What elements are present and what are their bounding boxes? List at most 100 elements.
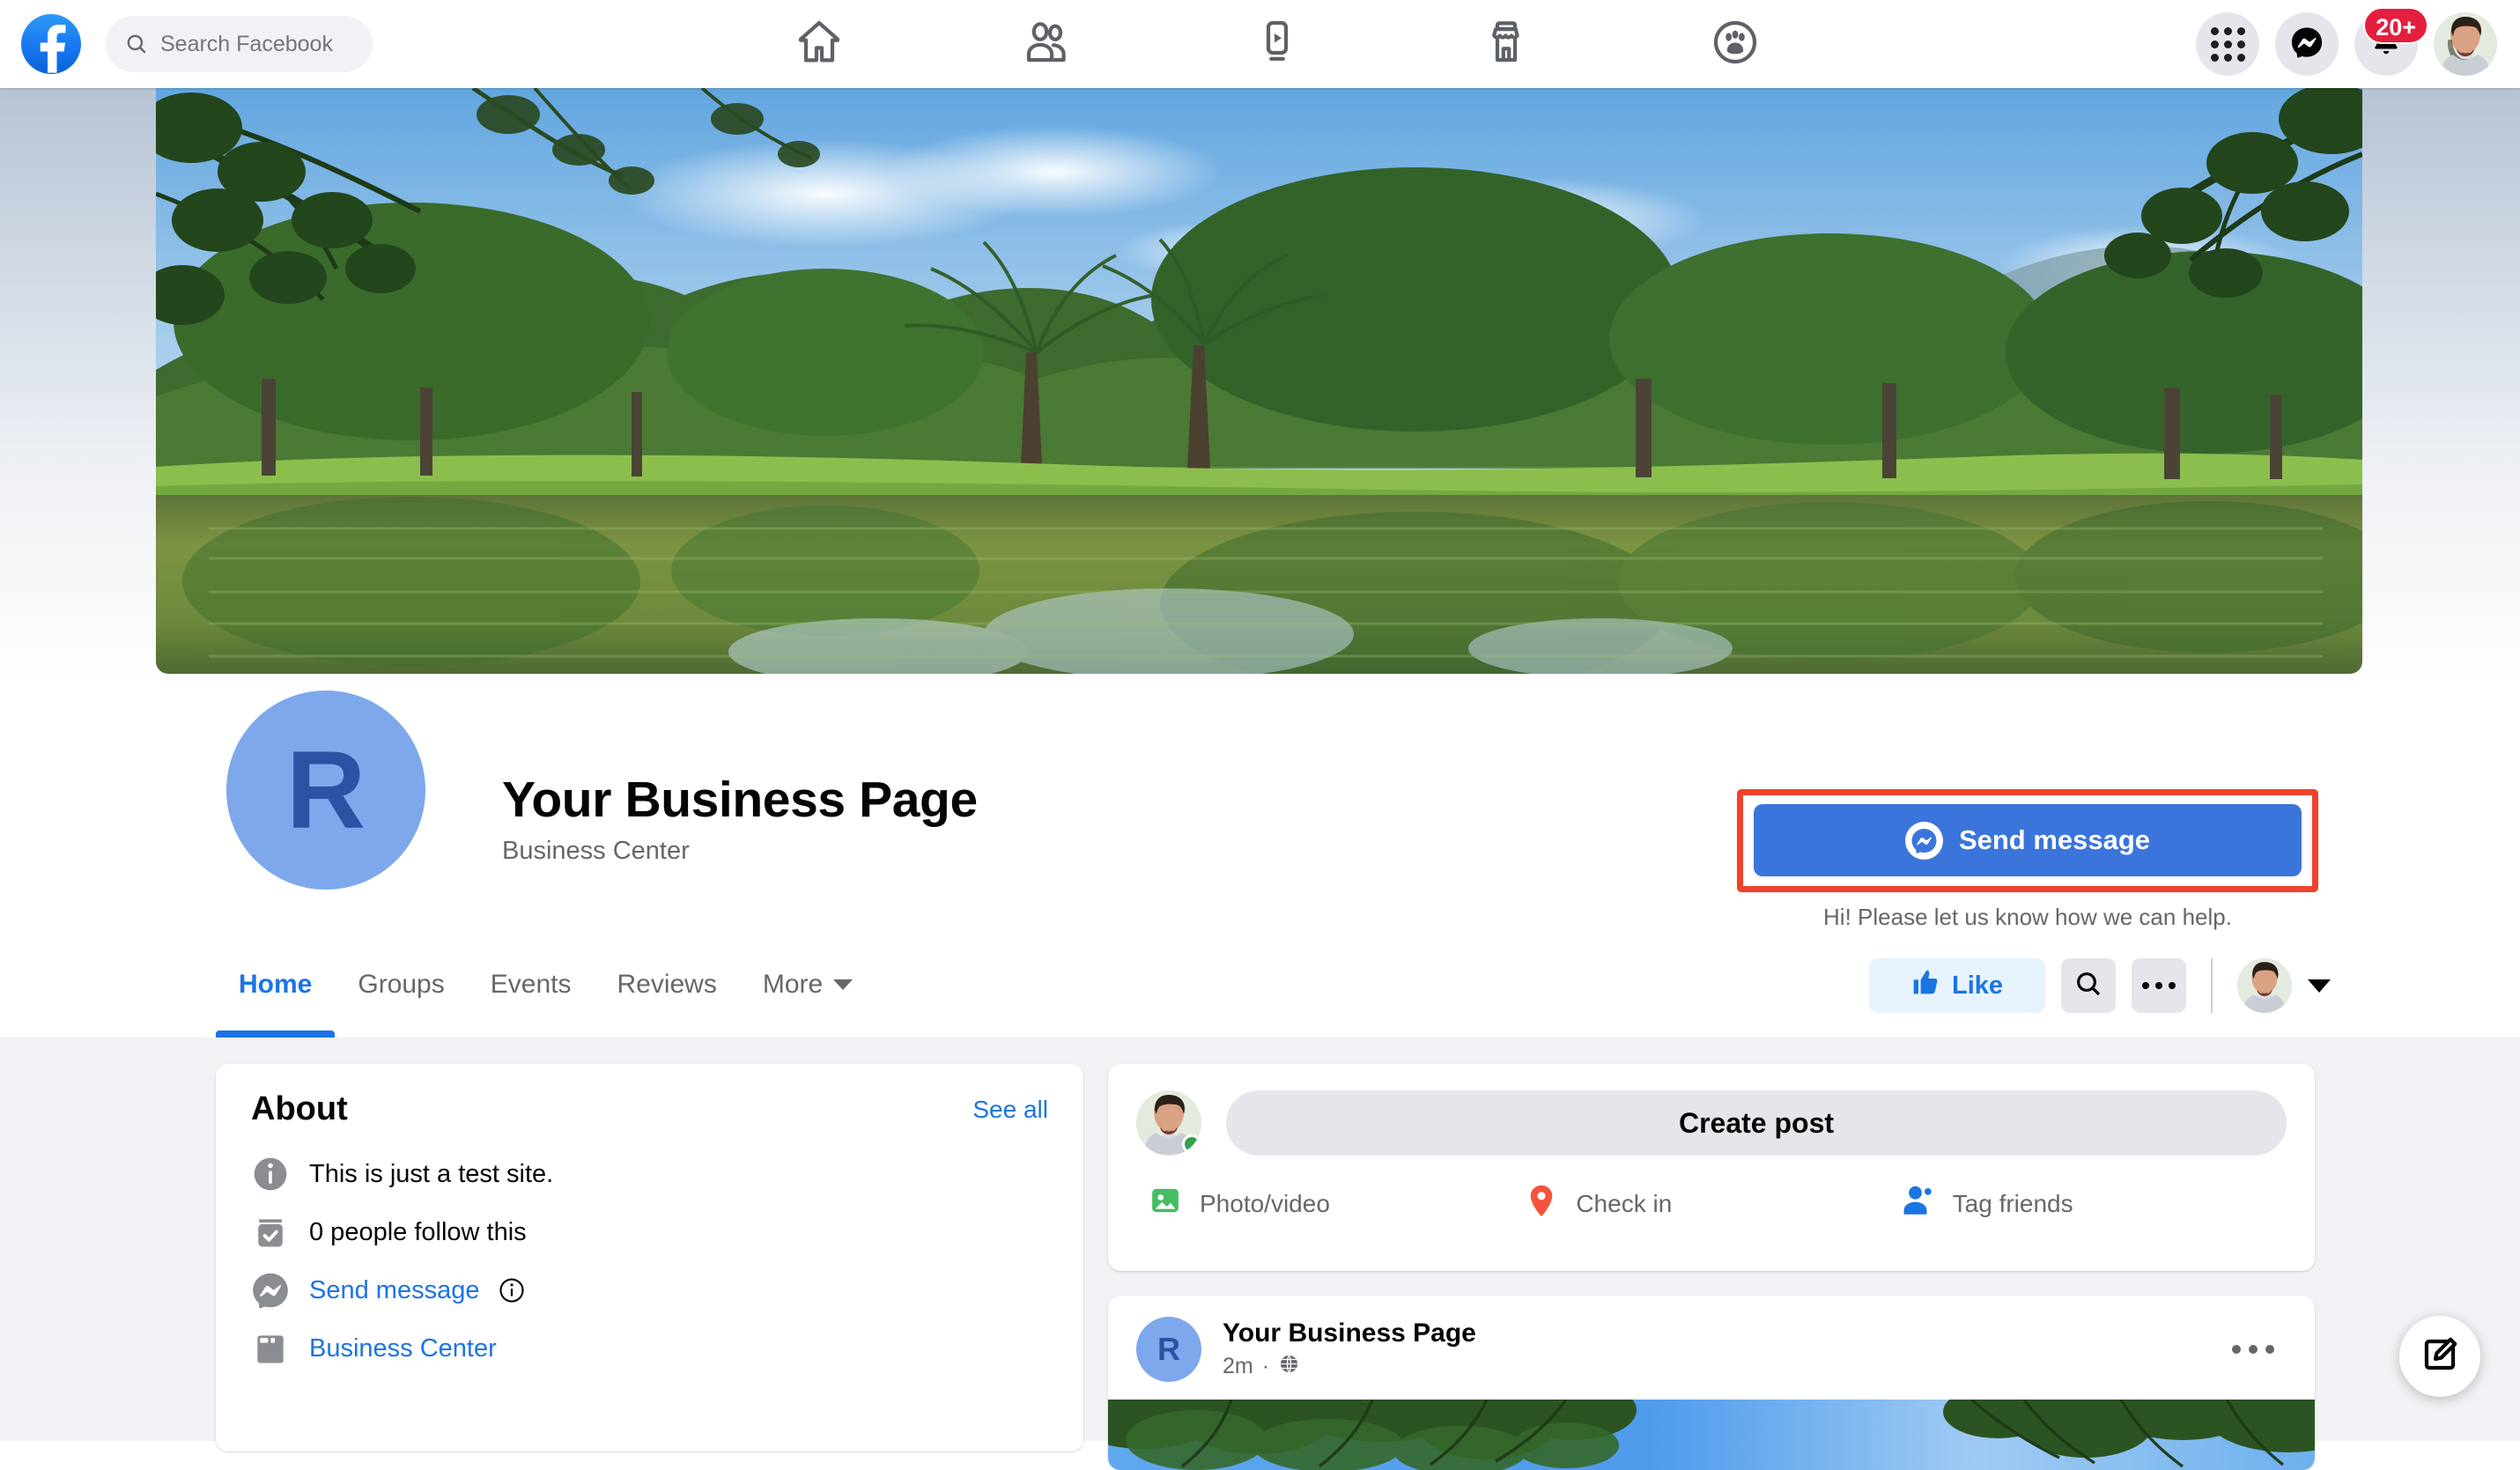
page-search-button[interactable] [2061,958,2116,1013]
about-item-business-center[interactable]: Business Center [251,1326,1048,1371]
send-message-button[interactable]: Send message [1754,804,2302,876]
about-see-all-link[interactable]: See all [972,1096,1048,1124]
post-column: Create post Photo/video Check in [1108,1064,2315,1470]
post-meta-separator: · [1262,1354,1269,1379]
grid-menu-icon [2211,27,2245,62]
tab-home[interactable]: Home [216,932,335,1038]
ellipsis-icon [2142,982,2176,989]
about-followers-text: 0 people follow this [309,1218,527,1247]
like-button-label: Like [1952,971,2003,1001]
storefront-icon [1482,18,1531,71]
avatar[interactable] [2237,958,2292,1013]
about-item-send-message[interactable]: Send message [251,1267,1048,1313]
page-profile-avatar[interactable]: R [220,684,432,896]
tab-home-label: Home [239,970,312,1000]
photo-video-button[interactable]: Photo/video [1147,1182,1523,1225]
nav-groups-button[interactable] [1669,4,1801,84]
tab-events[interactable]: Events [468,932,595,1038]
about-title: About [251,1090,348,1128]
top-navigation-bar: 20+ [0,0,2520,88]
messenger-icon [2290,26,2324,63]
post-avatar-letter: R [1157,1331,1180,1368]
post-author-avatar[interactable]: R [1136,1317,1201,1382]
tab-more-label: More [763,970,823,1000]
apps-menu-button[interactable] [2196,12,2259,76]
about-list: This is just a test site. 0 people follo… [216,1128,1083,1371]
home-icon [794,18,844,71]
globe-icon [1278,1353,1300,1381]
search-box[interactable] [106,16,373,72]
facebook-logo-icon[interactable] [21,14,81,74]
about-description-text: This is just a test site. [309,1160,553,1189]
thumbs-up-icon [1911,968,1940,1003]
cover-photo[interactable] [156,88,2362,674]
post-author-block: Your Business Page 2m · [1223,1319,1476,1381]
like-button[interactable]: Like [1869,958,2045,1013]
about-business-center-link[interactable]: Business Center [309,1334,497,1363]
tag-friends-label: Tag friends [1953,1190,2073,1218]
messenger-icon [1905,822,1943,860]
nav-marketplace-button[interactable] [1440,4,1572,84]
post-author-name[interactable]: Your Business Page [1223,1319,1476,1348]
groups-icon [1711,18,1760,71]
page-content: About See all This is just a test site. … [0,1038,2520,1441]
post-meta: 2m · [1223,1353,1476,1381]
post-menu-button[interactable] [2220,1333,2287,1366]
create-post-placeholder: Create post [1679,1107,1834,1140]
avatar[interactable] [2434,12,2497,76]
info-outline-icon[interactable] [499,1277,525,1304]
check-in-button[interactable]: Check in [1523,1182,1899,1225]
chevron-down-icon [833,979,853,990]
page-more-button[interactable] [2132,958,2186,1013]
tag-friends-icon [1900,1182,1937,1225]
nav-friends-button[interactable] [982,4,1114,84]
tab-reviews-label: Reviews [617,970,716,1000]
check-in-label: Check in [1576,1190,1672,1218]
followers-check-icon [251,1213,290,1252]
profile-header: R Your Business Page Business Center Sen… [0,674,2520,938]
online-status-indicator [1182,1134,1201,1154]
tab-more[interactable]: More [740,932,876,1038]
compose-icon [2420,1335,2459,1378]
post-card: R Your Business Page 2m · [1108,1296,2315,1470]
create-post-top: Create post [1108,1064,2315,1156]
tab-groups-label: Groups [358,970,444,1000]
post-header: R Your Business Page 2m · [1108,1296,2315,1400]
nav-home-button[interactable] [753,4,885,84]
create-post-actions: Photo/video Check in Tag friends [1108,1156,2315,1225]
search-input[interactable] [160,32,363,57]
business-center-icon [251,1329,290,1368]
send-message-label: Send message [1959,824,2150,856]
photo-video-label: Photo/video [1200,1190,1330,1218]
photo-video-icon [1147,1182,1184,1225]
compose-floating-button[interactable] [2399,1316,2480,1397]
create-post-card: Create post Photo/video Check in [1108,1064,2315,1271]
post-image[interactable] [1108,1400,2315,1470]
notifications-button[interactable]: 20+ [2354,12,2418,76]
page-tabs: Home Groups Events Reviews More [216,932,876,1038]
about-item-description: This is just a test site. [251,1151,1048,1197]
tab-reviews[interactable]: Reviews [594,932,739,1038]
location-pin-icon [1523,1182,1560,1225]
about-item-followers: 0 people follow this [251,1209,1048,1255]
post-timestamp: 2m [1223,1354,1253,1379]
messenger-icon [251,1271,290,1310]
video-play-icon [1253,18,1302,71]
nav-watch-button[interactable] [1211,4,1343,84]
avatar[interactable] [1136,1090,1201,1156]
about-header: About See all [216,1064,1083,1128]
tab-events-label: Events [491,970,572,1000]
top-right-actions: 20+ [2196,0,2497,88]
page-title: Your Business Page [502,771,978,829]
messenger-button[interactable] [2275,12,2339,76]
search-icon [2074,970,2102,1002]
info-icon [251,1155,290,1193]
tag-friends-button[interactable]: Tag friends [1900,1182,2276,1225]
notifications-badge: 20+ [2363,7,2428,44]
page-avatar-letter: R [286,728,366,853]
chevron-down-icon[interactable] [2308,979,2331,993]
about-send-message-link[interactable]: Send message [309,1276,479,1305]
create-post-input[interactable]: Create post [1226,1090,2287,1156]
tab-groups[interactable]: Groups [335,932,467,1038]
send-message-helper-text: Hi! Please let us know how we can help. [1737,904,2318,931]
